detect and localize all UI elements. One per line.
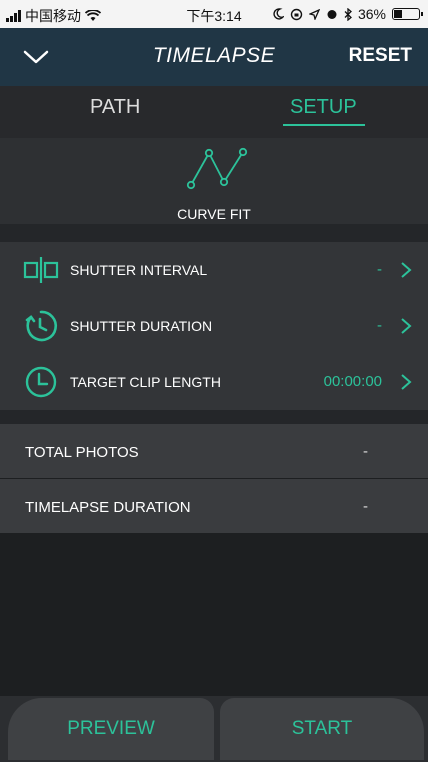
start-label: START: [291, 718, 353, 739]
section-divider: [0, 410, 428, 424]
summary-label: TOTAL PHOTOS: [25, 444, 139, 461]
bluetooth-icon: [344, 7, 352, 21]
shutter-duration-row[interactable]: SHUTTER DURATION -: [0, 298, 428, 355]
lock-rotation-icon: [290, 8, 303, 20]
summary-value: -: [363, 498, 368, 515]
chevron-right-icon: [401, 318, 412, 334]
shutter-interval-row[interactable]: SHUTTER INTERVAL -: [0, 242, 428, 299]
total-photos-row: TOTAL PHOTOS -: [0, 424, 428, 478]
reset-button[interactable]: RESET: [349, 45, 412, 67]
active-tab-indicator: [283, 124, 365, 126]
summary-label: TIMELAPSE DURATION: [25, 499, 191, 516]
setting-value: 00:00:00: [323, 373, 382, 390]
battery-icon: [392, 8, 423, 20]
alarm-icon: [327, 10, 337, 19]
setting-label: TARGET CLIP LENGTH: [70, 374, 221, 390]
status-right: 36%: [273, 6, 423, 22]
tab-path[interactable]: PATH: [90, 96, 140, 119]
nav-bar: TIMELAPSE RESET: [0, 28, 428, 86]
setting-value: -: [377, 317, 382, 334]
curve-fit-label: CURVE FIT: [177, 206, 251, 222]
setting-value: -: [377, 261, 382, 278]
tab-bar: PATH SETUP: [0, 86, 428, 138]
chevron-right-icon: [401, 374, 412, 390]
battery-percent: 36%: [357, 6, 386, 22]
status-bar: 中国移动 下午3:14 36%: [0, 0, 428, 28]
tab-setup[interactable]: SETUP: [290, 96, 357, 119]
setting-label: SHUTTER DURATION: [70, 318, 213, 334]
shutter-interval-icon: [23, 257, 59, 283]
location-icon: [308, 8, 320, 20]
target-clip-length-row[interactable]: TARGET CLIP LENGTH 00:00:00: [0, 354, 428, 411]
timelapse-duration-row: TIMELAPSE DURATION -: [0, 479, 428, 533]
section-divider: [0, 224, 428, 242]
shutter-duration-icon: [25, 310, 57, 342]
preview-label: PREVIEW: [67, 718, 155, 739]
curve-fit-section: CURVE FIT: [0, 138, 428, 224]
setting-label: SHUTTER INTERVAL: [70, 262, 208, 278]
preview-button[interactable]: PREVIEW: [8, 698, 214, 760]
clock-icon: [25, 366, 57, 398]
summary-value: -: [363, 443, 368, 460]
moon-icon: [273, 8, 284, 20]
chevron-right-icon: [401, 262, 412, 278]
start-button[interactable]: START: [220, 698, 424, 760]
curve-fit-icon[interactable]: [184, 146, 250, 190]
